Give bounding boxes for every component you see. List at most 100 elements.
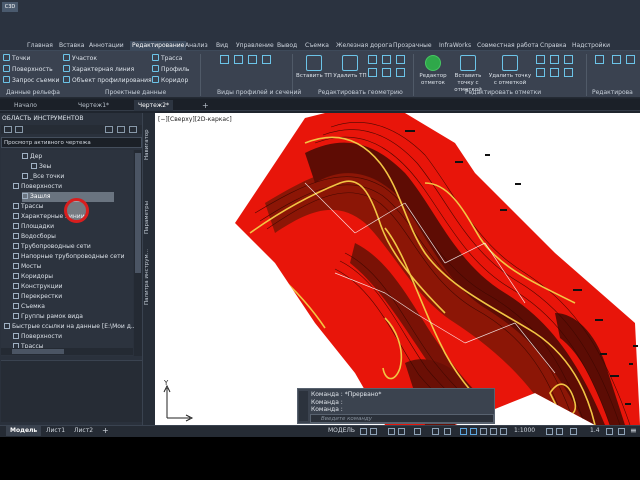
ribbon-tab[interactable]: Управление bbox=[236, 41, 274, 51]
profile-view-icon[interactable] bbox=[220, 55, 229, 64]
ribbon-tab[interactable]: Совместная работа bbox=[477, 41, 539, 51]
ribbon-survey-query-button[interactable]: Запрос съемки bbox=[3, 76, 59, 85]
tree-scroll-thumb[interactable] bbox=[135, 153, 141, 273]
ribbon-tab[interactable]: Прозрачные bbox=[393, 41, 432, 51]
ribbon-parcel-button[interactable]: Участок bbox=[63, 54, 97, 63]
toolspace-tool-icon[interactable] bbox=[15, 126, 23, 133]
elevation-tool-icon[interactable] bbox=[536, 55, 545, 64]
ribbon-tab[interactable]: Аннотации bbox=[89, 41, 124, 51]
plus-icon[interactable] bbox=[556, 428, 563, 435]
ribbon-surface-button[interactable]: Поверхность bbox=[3, 65, 53, 74]
settings-gear-icon[interactable] bbox=[546, 428, 553, 435]
add-layout-button[interactable]: + bbox=[98, 426, 113, 436]
grid-icon[interactable] bbox=[360, 428, 367, 435]
ribbon-tab[interactable]: Вставка bbox=[59, 41, 84, 51]
ribbon-tab[interactable]: Съемка bbox=[305, 41, 329, 51]
extra-tool-icon[interactable] bbox=[595, 55, 604, 64]
tree-item[interactable]: Зеы bbox=[31, 162, 51, 172]
break-icon[interactable] bbox=[368, 55, 377, 64]
doc-tab-start[interactable]: Начало bbox=[10, 100, 41, 111]
toolspace-tool-icon[interactable] bbox=[105, 126, 113, 133]
command-input[interactable]: Введите команду bbox=[310, 414, 494, 423]
status-menu-icon[interactable]: ≡ bbox=[630, 426, 637, 436]
elevation-tool-icon[interactable] bbox=[550, 55, 559, 64]
side-tab-tool-palette[interactable]: Палитра инструм... bbox=[144, 244, 154, 310]
ribbon-feature-line-button[interactable]: Характерная линия bbox=[63, 65, 134, 74]
viewport-controls[interactable]: [−][Сверху][2D-каркас] bbox=[158, 116, 232, 123]
tree-item[interactable]: Группы рамок вида bbox=[13, 312, 83, 322]
tree-hscroll-thumb[interactable] bbox=[12, 349, 64, 354]
fillet-icon[interactable] bbox=[382, 68, 391, 77]
panel-title-last[interactable]: Редактирова bbox=[592, 88, 633, 97]
tree-item[interactable]: Трассы bbox=[13, 202, 44, 212]
layout-tab-sheet2[interactable]: Лист2 bbox=[70, 426, 97, 436]
otrack-icon[interactable] bbox=[432, 428, 439, 435]
status-value[interactable]: 1.4 bbox=[590, 426, 600, 436]
selection-cycle-icon[interactable] bbox=[460, 428, 467, 435]
tree-item[interactable]: Конструкции bbox=[13, 282, 63, 292]
side-tab-parameters[interactable]: Параметры bbox=[144, 198, 154, 238]
clean-screen-icon[interactable] bbox=[618, 428, 625, 435]
ribbon-tab[interactable]: Вывод bbox=[277, 41, 297, 51]
join-icon[interactable] bbox=[396, 55, 405, 64]
ribbon-tab[interactable]: Главная bbox=[27, 41, 53, 51]
tree-item[interactable]: Поверхности bbox=[13, 332, 62, 342]
elevation-tool-icon[interactable] bbox=[550, 68, 559, 77]
dynucs-icon[interactable] bbox=[444, 428, 451, 435]
tree-item[interactable]: Напорные трубопроводные сети bbox=[13, 252, 124, 262]
panel-title-elevation[interactable]: Редактировать отметки bbox=[465, 88, 541, 97]
workspace-icon[interactable] bbox=[500, 428, 507, 435]
delete-pi-button[interactable]: Удалить ТП bbox=[328, 55, 372, 80]
ribbon-tab[interactable]: Редактирование bbox=[130, 41, 187, 51]
command-line-handle[interactable] bbox=[299, 391, 308, 421]
app-menu-button[interactable]: C3D bbox=[2, 2, 18, 12]
tree-item[interactable]: Коридоры bbox=[13, 272, 53, 282]
isolate-icon[interactable] bbox=[570, 428, 577, 435]
layout-tab-model[interactable]: Модель bbox=[6, 426, 42, 436]
ribbon-profile-button[interactable]: Профиль bbox=[152, 65, 189, 74]
panel-title-geometry[interactable]: Редактировать геометрию bbox=[318, 88, 403, 97]
toolspace-tool-icon[interactable] bbox=[4, 126, 12, 133]
trim-icon[interactable] bbox=[382, 55, 391, 64]
tree-item[interactable]: Водосборы bbox=[13, 232, 56, 242]
hardware-accel-icon[interactable] bbox=[606, 428, 613, 435]
section-view-icon[interactable] bbox=[234, 55, 243, 64]
osnap-icon[interactable] bbox=[414, 428, 421, 435]
layout-tab-sheet1[interactable]: Лист1 bbox=[42, 426, 69, 436]
extra-tool-icon[interactable] bbox=[626, 55, 635, 64]
ribbon-tab[interactable]: Надстройки bbox=[572, 41, 610, 51]
doc-tab-drawing2[interactable]: Чертеж2* bbox=[134, 100, 174, 111]
tree-item[interactable]: Дер bbox=[22, 152, 42, 162]
ribbon-grading-button[interactable]: Объект профилирования bbox=[63, 76, 152, 85]
toolspace-tool-icon[interactable] bbox=[129, 126, 137, 133]
tree-item[interactable]: Площадки bbox=[13, 222, 54, 232]
snap-icon[interactable] bbox=[370, 428, 377, 435]
annotation-scale[interactable]: 1:1000 bbox=[514, 426, 535, 436]
tree-item[interactable]: Поверхности bbox=[13, 182, 62, 192]
view-tools-icon[interactable] bbox=[262, 55, 271, 64]
view-edit-icon[interactable] bbox=[248, 55, 257, 64]
reverse-icon[interactable] bbox=[368, 68, 377, 77]
lineweight-icon[interactable] bbox=[490, 428, 497, 435]
ribbon-tab[interactable]: InfraWorks bbox=[439, 41, 471, 51]
tree-item[interactable]: Съемка bbox=[13, 302, 45, 312]
ribbon-points-button[interactable]: Точки bbox=[3, 54, 30, 63]
ribbon-tab[interactable]: Железная дорога bbox=[336, 41, 392, 51]
panel-title-views[interactable]: Виды профилей и сечений bbox=[217, 88, 301, 97]
panel-title-design[interactable]: Проектные данные bbox=[105, 88, 166, 97]
fit-curve-icon[interactable] bbox=[396, 68, 405, 77]
ribbon-alignment-button[interactable]: Трасса bbox=[152, 54, 182, 63]
toolspace-tool-icon[interactable] bbox=[117, 126, 125, 133]
tree-item[interactable]: _Все точки bbox=[22, 172, 64, 182]
panel-title-relief[interactable]: Данные рельефа bbox=[6, 88, 60, 97]
doc-tab-drawing1[interactable]: Чертеж1* bbox=[74, 100, 113, 111]
drawing-canvas[interactable]: Y bbox=[155, 113, 640, 425]
model-space-toggle[interactable]: МОДЕЛЬ bbox=[328, 426, 355, 436]
ortho-icon[interactable] bbox=[388, 428, 395, 435]
view-mode-select[interactable]: Просмотр активного чертежа bbox=[1, 137, 142, 148]
polar-icon[interactable] bbox=[398, 428, 405, 435]
elevation-tool-icon[interactable] bbox=[536, 68, 545, 77]
elevation-tool-icon[interactable] bbox=[564, 68, 573, 77]
transparency-icon[interactable] bbox=[480, 428, 487, 435]
annotation-visibility-icon[interactable] bbox=[470, 428, 477, 435]
